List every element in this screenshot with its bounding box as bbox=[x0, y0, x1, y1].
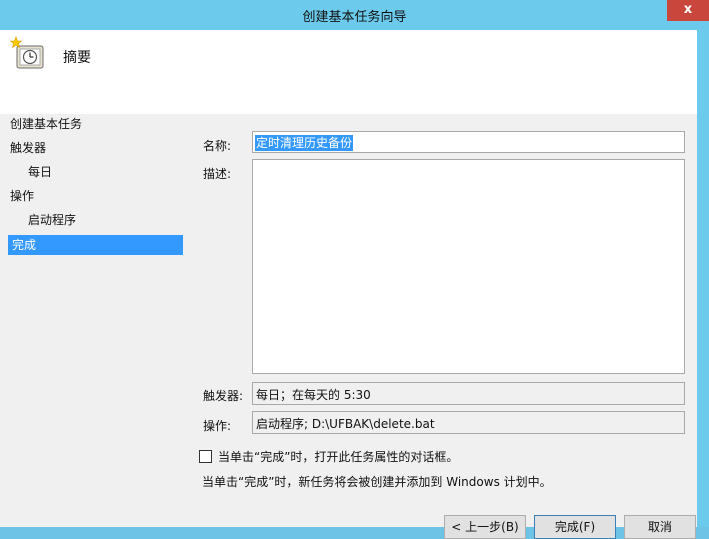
window-title: 创建基本任务向导 bbox=[302, 10, 407, 25]
open-properties-label[interactable]: 当单击“完成”时，打开此任务属性的对话框。 bbox=[218, 448, 458, 465]
nav-step-daily: 每日 bbox=[28, 165, 53, 179]
page-title: 摘要 bbox=[63, 50, 91, 66]
finish-note: 当单击“完成”时，新任务将会被创建并添加到 Windows 计划中。 bbox=[202, 475, 552, 489]
open-properties-checkbox[interactable] bbox=[199, 450, 212, 463]
description-field[interactable] bbox=[252, 159, 685, 374]
cancel-button[interactable]: 取消 bbox=[624, 515, 696, 539]
nav-step-action: 操作 bbox=[10, 189, 35, 203]
nav-step-trigger: 触发器 bbox=[10, 141, 47, 155]
scheduled-task-clock-icon bbox=[10, 36, 44, 69]
trigger-field-value: 每日；在每天的 5:30 bbox=[256, 388, 371, 402]
description-label: 描述: bbox=[203, 167, 232, 181]
nav-step-finish: 完成 bbox=[8, 235, 183, 255]
name-label: 名称: bbox=[203, 139, 232, 153]
title-bar: 创建基本任务向导 x bbox=[0, 0, 709, 30]
name-field-value: 定时清理历史备份 bbox=[255, 135, 354, 151]
window-frame-right bbox=[697, 30, 709, 527]
action-field-value: 启动程序; D:\UFBAK\delete.bat bbox=[256, 417, 435, 431]
trigger-field[interactable]: 每日；在每天的 5:30 bbox=[252, 382, 685, 405]
back-button[interactable]: < 上一步(B) bbox=[444, 515, 526, 539]
finish-button[interactable]: 完成(F) bbox=[534, 515, 616, 539]
action-label: 操作: bbox=[203, 419, 232, 433]
wizard-header: 摘要 bbox=[0, 30, 697, 114]
name-field[interactable]: 定时清理历史备份 bbox=[252, 131, 685, 153]
action-field[interactable]: 启动程序; D:\UFBAK\delete.bat bbox=[252, 411, 685, 434]
trigger-label: 触发器: bbox=[203, 389, 244, 403]
nav-step-start-program: 启动程序 bbox=[28, 213, 77, 227]
nav-step-create-basic-task: 创建基本任务 bbox=[10, 117, 83, 131]
close-button[interactable]: x bbox=[667, 0, 709, 21]
